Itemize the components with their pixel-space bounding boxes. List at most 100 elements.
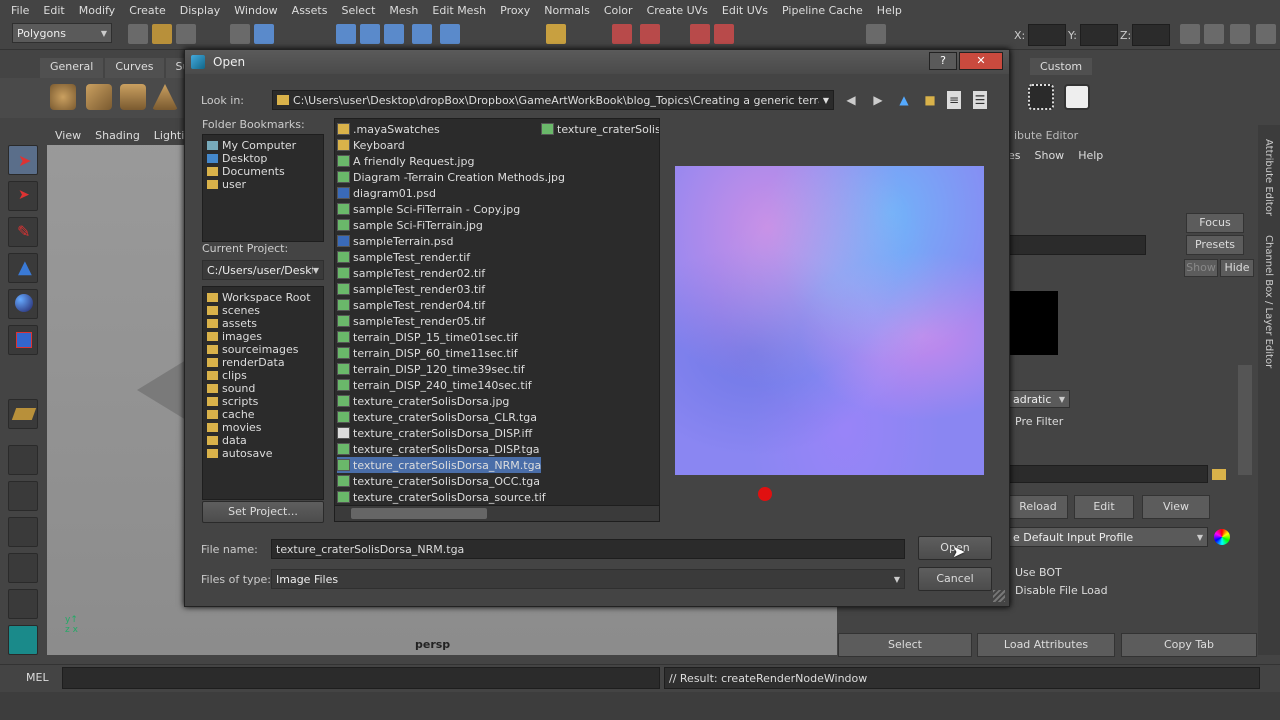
file-item[interactable]: texture_craterSolisDo bbox=[541, 121, 659, 137]
copy-tab-button[interactable]: Copy Tab bbox=[1121, 633, 1257, 657]
panel-toggle-icon[interactable] bbox=[1180, 24, 1200, 44]
file-item[interactable]: terrain_DISP_120_time39sec.tif bbox=[337, 361, 525, 377]
select-hierarchy-icon[interactable] bbox=[230, 24, 250, 44]
cone-icon[interactable] bbox=[152, 84, 178, 110]
menu-item[interactable]: Edit bbox=[36, 4, 71, 17]
forward-icon[interactable]: ▶ bbox=[869, 91, 887, 109]
menu-item[interactable]: Display bbox=[173, 4, 228, 17]
select-tool-icon[interactable]: ➤ bbox=[8, 145, 38, 175]
file-item[interactable]: texture_craterSolisDorsa_DISP.iff bbox=[337, 425, 532, 441]
channel-toggle-icon[interactable] bbox=[1204, 24, 1224, 44]
show-button[interactable]: Show bbox=[1184, 259, 1218, 277]
project-folder-item[interactable]: scenes bbox=[203, 304, 323, 317]
view-button[interactable]: View bbox=[1142, 495, 1210, 519]
detail-view-icon[interactable]: ☰ bbox=[973, 91, 987, 109]
viewport-menu-item[interactable]: Shading bbox=[95, 129, 140, 142]
file-list-scrollbar[interactable] bbox=[335, 505, 659, 521]
set-project-button[interactable]: Set Project... bbox=[202, 501, 324, 523]
menu-item[interactable]: Select bbox=[334, 4, 382, 17]
file-item[interactable]: texture_craterSolisDorsa_CLR.tga bbox=[337, 409, 537, 425]
y-field[interactable] bbox=[1080, 24, 1118, 46]
menu-item[interactable]: Proxy bbox=[493, 4, 537, 17]
color-profile-combo[interactable]: e Default Input Profile ▼ bbox=[1008, 527, 1208, 547]
bookmark-item[interactable]: Documents bbox=[203, 165, 323, 178]
file-item[interactable]: sampleTest_render04.tif bbox=[337, 297, 485, 313]
project-folder-item[interactable]: Workspace Root bbox=[203, 291, 323, 304]
mel-label[interactable]: MEL bbox=[26, 671, 49, 684]
file-item[interactable]: sampleTerrain.psd bbox=[337, 233, 453, 249]
project-folder-item[interactable]: movies bbox=[203, 421, 323, 434]
z-field[interactable] bbox=[1132, 24, 1170, 46]
attribute-toggle-icon[interactable] bbox=[1256, 24, 1276, 44]
viewport-menu-item[interactable]: View bbox=[55, 129, 81, 142]
layout-outliner-icon[interactable] bbox=[8, 517, 38, 547]
rotate-tool-icon[interactable] bbox=[8, 289, 38, 319]
current-project-combo[interactable]: C:/Users/user/Deskt ▼ bbox=[202, 260, 324, 280]
project-folder-item[interactable]: assets bbox=[203, 317, 323, 330]
cube-icon[interactable] bbox=[86, 84, 112, 110]
folder-icon[interactable] bbox=[1212, 469, 1226, 480]
file-item[interactable]: texture_craterSolisDorsa_OCC.tga bbox=[337, 473, 540, 489]
filter-type-combo[interactable]: adratic ▼ bbox=[1008, 390, 1070, 408]
snap-grid-icon[interactable] bbox=[336, 24, 356, 44]
file-item[interactable]: terrain_DISP_60_time11sec.tif bbox=[337, 345, 518, 361]
scrollbar-thumb[interactable] bbox=[351, 508, 487, 519]
menu-item[interactable]: Modify bbox=[72, 4, 122, 17]
file-item[interactable]: texture_craterSolisDorsa_DISP.tga bbox=[337, 441, 540, 457]
shelf-tab-custom[interactable]: Custom bbox=[1030, 58, 1093, 75]
open-scene-icon[interactable] bbox=[152, 24, 172, 44]
file-item[interactable]: sampleTest_render02.tif bbox=[337, 265, 485, 281]
bookmark-item[interactable]: My Computer bbox=[203, 139, 323, 152]
menu-item[interactable]: Help bbox=[870, 4, 909, 17]
snap-point-icon[interactable] bbox=[384, 24, 404, 44]
parent-folder-icon[interactable]: ▲ bbox=[895, 91, 913, 109]
focus-button[interactable]: Focus bbox=[1186, 213, 1244, 233]
project-folder-item[interactable]: cache bbox=[203, 408, 323, 421]
mode-selector[interactable]: Polygons ▼ bbox=[12, 23, 112, 43]
layout-hypershade-icon[interactable] bbox=[8, 589, 38, 619]
project-folder-item[interactable]: sourceimages bbox=[203, 343, 323, 356]
edit-button[interactable]: Edit bbox=[1074, 495, 1134, 519]
menu-item[interactable]: Normals bbox=[537, 4, 597, 17]
select-button[interactable]: Select bbox=[838, 633, 972, 657]
project-folder-item[interactable]: scripts bbox=[203, 395, 323, 408]
project-folder-item[interactable]: data bbox=[203, 434, 323, 447]
save-scene-icon[interactable] bbox=[176, 24, 196, 44]
menu-item[interactable]: Assets bbox=[285, 4, 335, 17]
file-item[interactable]: terrain_DISP_15_time01sec.tif bbox=[337, 329, 518, 345]
history-icon[interactable] bbox=[612, 24, 632, 44]
hide-button[interactable]: Hide bbox=[1220, 259, 1254, 277]
project-folder-item[interactable]: sound bbox=[203, 382, 323, 395]
cancel-button[interactable]: Cancel bbox=[918, 567, 992, 591]
paint-tool-icon[interactable]: ✎ bbox=[8, 217, 38, 247]
list-view-icon[interactable]: ≡ bbox=[947, 91, 961, 109]
command-input[interactable] bbox=[62, 667, 660, 689]
layout-single-icon[interactable] bbox=[8, 445, 38, 475]
project-folder-item[interactable]: images bbox=[203, 330, 323, 343]
file-item[interactable]: .mayaSwatches bbox=[337, 121, 440, 137]
menu-item[interactable]: Create UVs bbox=[640, 4, 715, 17]
file-item[interactable]: texture_craterSolisDorsa.jpg bbox=[337, 393, 509, 409]
load-attributes-button[interactable]: Load Attributes bbox=[977, 633, 1115, 657]
node-name-field[interactable] bbox=[1008, 235, 1146, 255]
shelf-tab[interactable]: Curves bbox=[105, 58, 164, 78]
attr-menu-help[interactable]: Help bbox=[1078, 149, 1103, 169]
tool-settings-icon[interactable] bbox=[1230, 24, 1250, 44]
file-item[interactable]: sampleTest_render03.tif bbox=[337, 281, 485, 297]
soft-mod-icon[interactable] bbox=[8, 399, 38, 429]
presets-button[interactable]: Presets bbox=[1186, 235, 1244, 255]
scale-tool-icon[interactable] bbox=[8, 325, 38, 355]
file-item[interactable]: texture_craterSolisDorsa_NRM.tga bbox=[337, 457, 542, 473]
snap-live-icon[interactable] bbox=[440, 24, 460, 44]
new-folder-icon[interactable]: ■ bbox=[921, 91, 939, 109]
menu-item[interactable]: Mesh bbox=[382, 4, 425, 17]
file-name-input[interactable]: texture_craterSolisDorsa_NRM.tga bbox=[271, 539, 905, 559]
close-button[interactable]: ✕ bbox=[959, 52, 1003, 70]
reload-button[interactable]: Reload bbox=[1008, 495, 1068, 519]
menu-item[interactable]: Color bbox=[597, 4, 640, 17]
lasso-tool-icon[interactable]: ➤ bbox=[8, 181, 38, 211]
file-item[interactable]: terrain_DISP_240_time140sec.tif bbox=[337, 377, 532, 393]
resize-grip-icon[interactable] bbox=[993, 590, 1005, 602]
file-item[interactable]: texture_craterSolisDorsa_source.tif bbox=[337, 489, 546, 505]
file-item[interactable]: sample Sci-FiTerrain - Copy.jpg bbox=[337, 201, 520, 217]
